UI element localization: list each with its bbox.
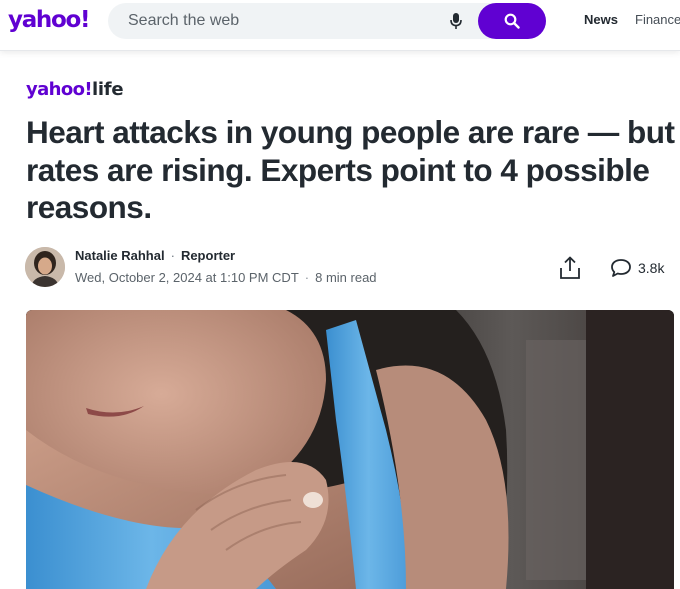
search-bar (108, 3, 546, 39)
yahoo-logo[interactable]: yahoo! (8, 6, 90, 34)
top-navigation-bar: yahoo! News Finance (0, 0, 680, 51)
comments-count: 3.8k (638, 260, 665, 276)
microphone-icon[interactable] (446, 10, 466, 32)
share-icon[interactable] (558, 255, 582, 281)
brand-suffix: life (92, 79, 124, 100)
comments-button[interactable]: 3.8k (610, 257, 664, 279)
author-avatar[interactable] (25, 247, 65, 287)
author-byline: Natalie Rahhal · Reporter (75, 247, 235, 264)
article-headline: Heart attacks in young people are rare —… (26, 114, 675, 225)
brand-prefix: yahoo! (26, 79, 93, 100)
publish-timestamp: Wed, October 2, 2024 at 1:10 PM CDT (75, 270, 299, 285)
nav-link-news[interactable]: News (584, 12, 618, 28)
search-button[interactable] (478, 3, 546, 39)
yahoo-life-brand[interactable]: yahoo!life (26, 78, 124, 102)
author-role: Reporter (180, 248, 236, 263)
nav-link-finance[interactable]: Finance (635, 12, 680, 28)
separator-dot: · (304, 270, 310, 285)
comment-icon (611, 259, 631, 277)
separator-dot: · (170, 248, 175, 263)
article-hero-image[interactable] (26, 310, 674, 589)
read-time: 8 min read (315, 270, 377, 285)
article-meta: Wed, October 2, 2024 at 1:10 PM CDT · 8 mi… (75, 269, 377, 286)
search-icon (504, 13, 520, 29)
search-input[interactable] (128, 3, 428, 39)
author-name[interactable]: Natalie Rahhal (75, 248, 165, 263)
